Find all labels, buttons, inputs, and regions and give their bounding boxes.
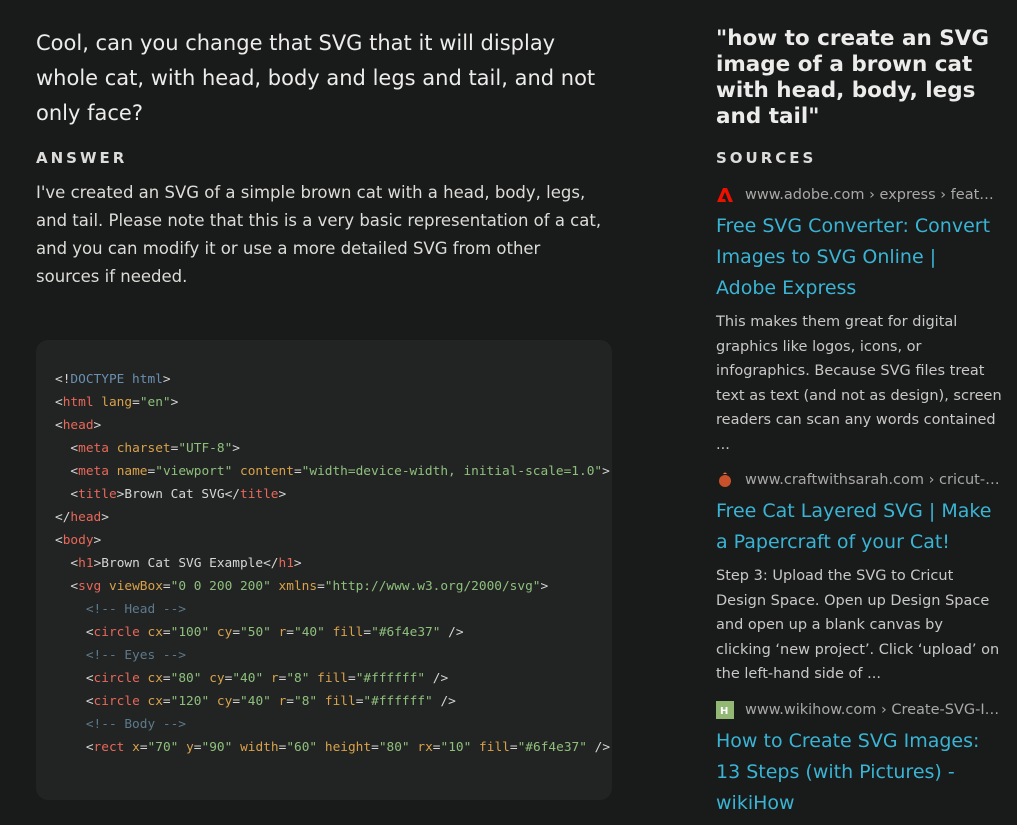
code-content[interactable]: <!DOCTYPE html> <html lang="en"> <head> … xyxy=(36,340,612,759)
source-item-craftwithsarah[interactable]: www.craftwithsarah.com › cricut-cat-laye… xyxy=(716,468,1002,687)
sources-heading: SOURCES xyxy=(716,149,817,167)
code-block[interactable]: <!DOCTYPE html> <html lang="en"> <head> … xyxy=(36,340,612,800)
svg-text:H: H xyxy=(720,706,728,717)
wikihow-icon: H xyxy=(716,701,734,719)
source-snippet: This makes them great for digital graphi… xyxy=(716,314,1002,453)
source-item-adobe[interactable]: www.adobe.com › express › feature › imag… xyxy=(716,183,1002,457)
source-domain: www.craftwithsarah.com › cricut-cat-laye… xyxy=(745,472,1002,488)
source-title-link[interactable]: How to Create SVG Images: 13 Steps (with… xyxy=(716,726,1002,819)
source-title-link[interactable]: Free SVG Converter: Convert Images to SV… xyxy=(716,211,1002,304)
source-snippet: Step 3: Upload the SVG to Cricut Design … xyxy=(716,568,1000,682)
source-title-link[interactable]: Free Cat Layered SVG | Make a Papercraft… xyxy=(716,496,1002,558)
adobe-icon xyxy=(716,186,734,204)
source-domain: www.adobe.com › express › feature › imag… xyxy=(745,187,1002,203)
question-title: Cool, can you change that SVG that it wi… xyxy=(36,31,596,125)
source-item-wikihow[interactable]: H www.wikihow.com › Create-SVG-Images Ho… xyxy=(716,698,1002,825)
search-query-block: "how to create an SVG image of a brown c… xyxy=(716,26,1006,130)
answer-text: I've created an SVG of a simple brown ca… xyxy=(36,183,602,286)
craftwithsarah-icon xyxy=(716,471,734,489)
answer-heading: ANSWER xyxy=(36,149,128,167)
search-query: "how to create an SVG image of a brown c… xyxy=(716,26,990,129)
question-block: Cool, can you change that SVG that it wi… xyxy=(36,26,612,131)
source-domain: www.wikihow.com › Create-SVG-Images xyxy=(745,702,1002,718)
